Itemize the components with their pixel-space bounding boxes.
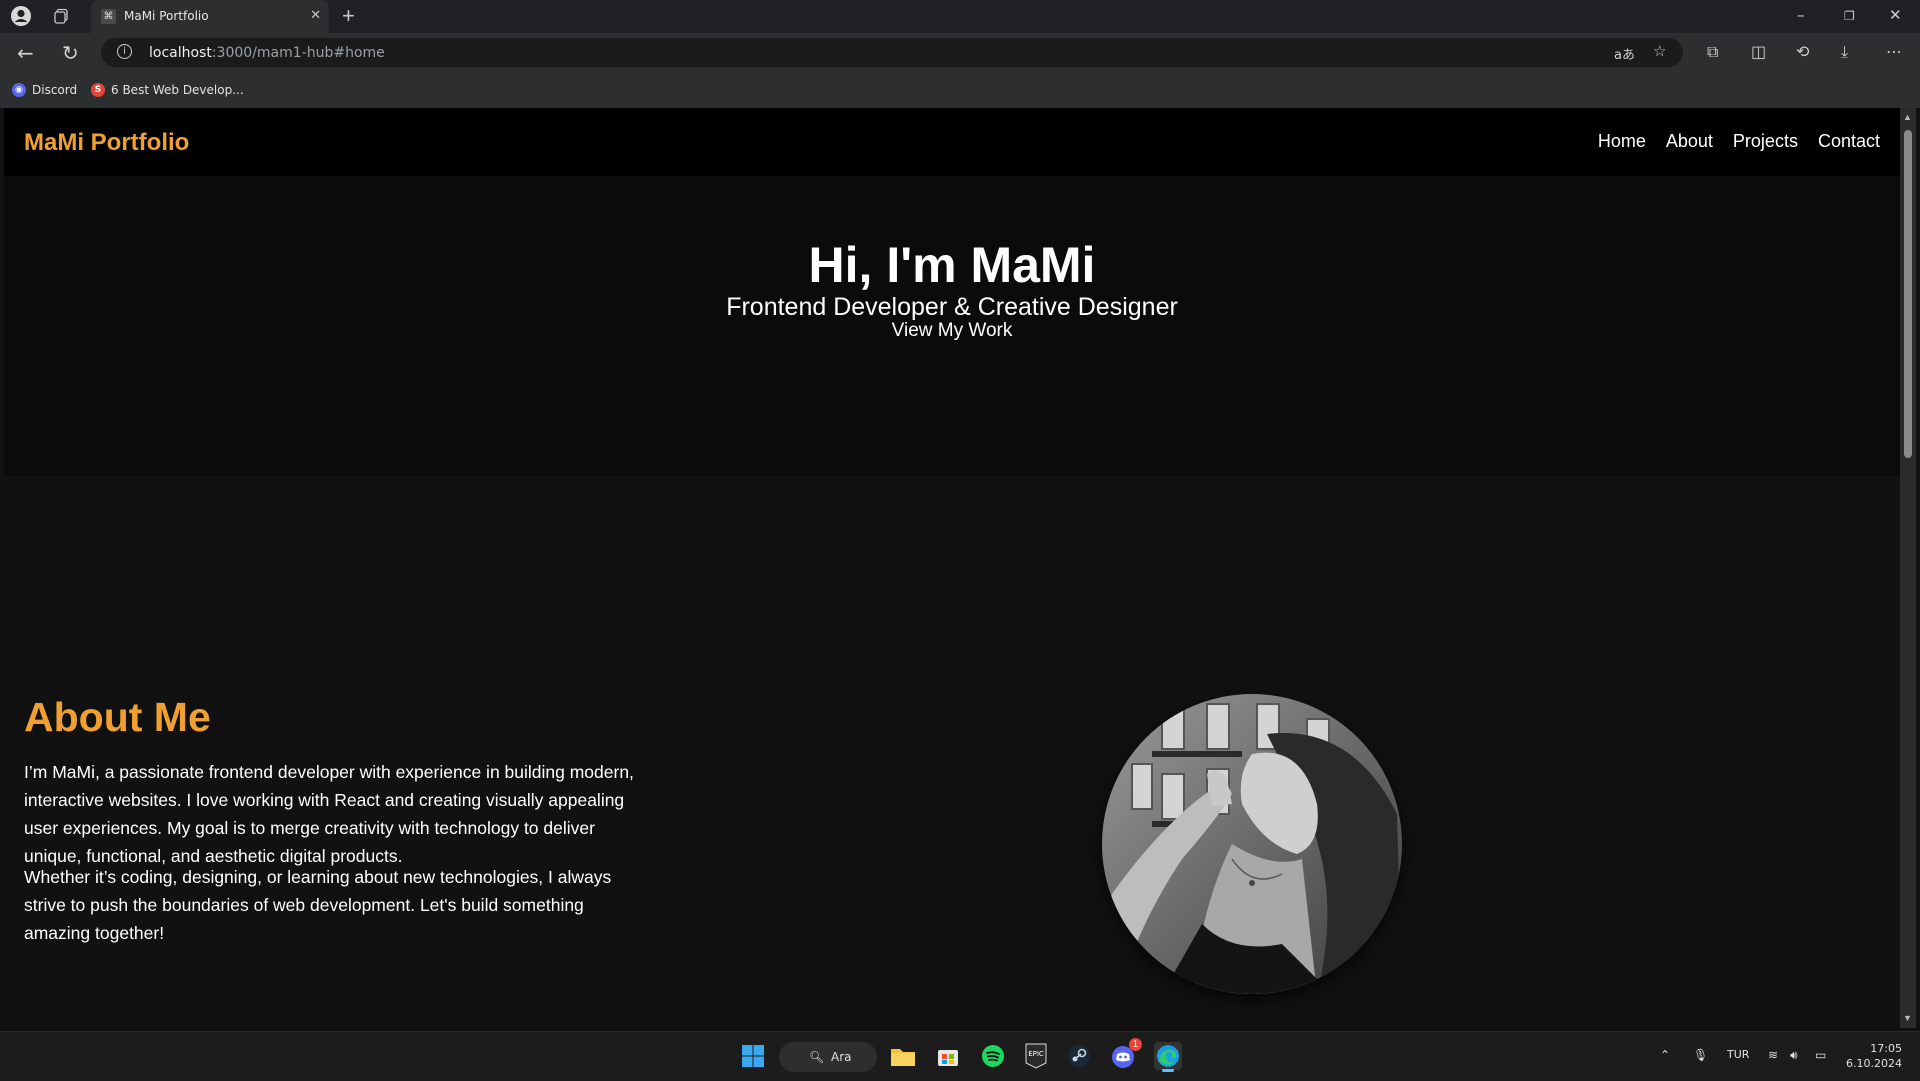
discord-icon: ◉ (12, 83, 26, 97)
site-info-icon[interactable]: i (117, 44, 132, 59)
site-navbar: MaMi Portfolio Home About Projects Conta… (4, 108, 1900, 176)
s-logo-icon: S (91, 83, 105, 97)
nav-link-home[interactable]: Home (1598, 131, 1646, 152)
scroll-thumb[interactable] (1904, 130, 1912, 458)
active-app-indicator (1162, 1069, 1174, 1072)
microphone-icon[interactable]: 🎙︎ (1693, 1048, 1708, 1062)
minimize-icon[interactable]: – (1797, 6, 1805, 24)
reload-icon[interactable]: ↻ (62, 41, 79, 65)
svg-text:EPIC: EPIC (1028, 1050, 1044, 1058)
taskbar-search[interactable]: 🔍︎ Ara (779, 1042, 877, 1072)
hero-title: Hi, I'm MaMi (808, 237, 1096, 293)
bookmarks-bar: ◉ Discord S 6 Best Web Develop... (0, 75, 1920, 108)
nav-link-about[interactable]: About (1666, 131, 1713, 152)
tab-mami-portfolio[interactable]: ⌘ MaMi Portfolio ✕ (91, 0, 329, 33)
browser-tab-bar: ⌘ MaMi Portfolio ✕ + – ❐ ✕ (0, 0, 1920, 33)
windows-taskbar: 🔍︎ Ara EPIC 1 ⌃ 🎙︎ TUR ≋ 🔊︎ ▭ 17:05 6.10… (0, 1031, 1920, 1081)
about-paragraph-1: I’m MaMi, a passionate frontend develope… (24, 762, 634, 866)
scroll-down-icon[interactable]: ▼ (1903, 1013, 1912, 1023)
bookmark-discord[interactable]: ◉ Discord (12, 83, 77, 97)
view-work-link[interactable]: View My Work (4, 320, 1900, 342)
brand-logo[interactable]: MaMi Portfolio (24, 129, 189, 157)
address-bar[interactable]: i localhost:3000/mam1-hub#home aあ ☆ (101, 38, 1683, 67)
restore-icon[interactable]: ❐ (1844, 9, 1855, 23)
downloads-icon[interactable]: ⤓ (1841, 42, 1848, 62)
microsoft-store-icon[interactable] (934, 1042, 962, 1070)
about-section: About Me I’m MaMi, a passionate frontend… (4, 476, 1900, 1028)
nav-link-projects[interactable]: Projects (1733, 131, 1798, 152)
search-icon: 🔍︎ (809, 1050, 825, 1064)
wifi-icon[interactable]: ≋ (1768, 1048, 1778, 1062)
browser-toolbar: ← ↻ i localhost:3000/mam1-hub#home aあ ☆ … (0, 33, 1920, 75)
discord-taskbar-icon[interactable]: 1 (1110, 1038, 1142, 1070)
bookmark-web-develop[interactable]: S 6 Best Web Develop... (91, 83, 244, 97)
about-paragraph-2: Whether it’s coding, designing, or learn… (24, 867, 612, 943)
new-tab-icon[interactable]: + (342, 3, 355, 29)
history-icon[interactable]: ⟲ (1796, 42, 1809, 61)
hero-subtitle: Frontend Developer & Creative Designer (726, 293, 1178, 321)
tab-title: MaMi Portfolio (124, 9, 209, 23)
profile-photo (1102, 694, 1402, 994)
url-text[interactable]: localhost:3000/mam1-hub#home (149, 45, 385, 61)
battery-icon[interactable]: ▭ (1815, 1048, 1826, 1062)
discord-badge: 1 (1129, 1038, 1142, 1051)
extensions-icon[interactable]: ⧉ (1707, 42, 1718, 62)
language-indicator[interactable]: TUR (1727, 1048, 1749, 1061)
taskbar-clock[interactable]: 17:05 6.10.2024 (1846, 1041, 1902, 1071)
spotify-icon[interactable] (979, 1042, 1007, 1070)
volume-icon[interactable]: 🔊︎ (1790, 1048, 1798, 1063)
favorite-star-icon[interactable]: ☆ (1653, 42, 1666, 60)
nav-link-contact[interactable]: Contact (1818, 131, 1880, 152)
read-aloud-icon[interactable]: aあ (1614, 44, 1635, 63)
more-menu-icon[interactable]: ⋯ (1886, 42, 1902, 61)
tab-favicon-icon: ⌘ (101, 9, 116, 24)
page-viewport: MaMi Portfolio Home About Projects Conta… (4, 108, 1900, 1028)
hero-section: Hi, I'm MaMi Frontend Developer & Creati… (4, 176, 1900, 476)
close-tab-icon[interactable]: ✕ (310, 7, 321, 23)
about-heading: About Me (24, 694, 211, 740)
scroll-up-icon[interactable]: ▲ (1903, 112, 1912, 122)
windows-start-icon[interactable] (739, 1042, 767, 1070)
show-hidden-icons-icon[interactable]: ⌃ (1660, 1048, 1670, 1062)
profile-icon[interactable] (9, 4, 33, 28)
split-screen-icon[interactable]: ◫ (1751, 42, 1766, 61)
back-icon[interactable]: ← (17, 41, 34, 65)
file-explorer-icon[interactable] (889, 1042, 917, 1070)
close-window-icon[interactable]: ✕ (1889, 6, 1902, 24)
workspaces-icon[interactable] (50, 4, 74, 28)
page-scrollbar[interactable]: ▲ ▼ (1900, 108, 1916, 1028)
epic-games-icon[interactable]: EPIC (1022, 1042, 1050, 1070)
edge-browser-icon[interactable] (1154, 1042, 1182, 1072)
nav-links: Home About Projects Contact (1598, 131, 1880, 152)
steam-icon[interactable] (1065, 1042, 1093, 1070)
